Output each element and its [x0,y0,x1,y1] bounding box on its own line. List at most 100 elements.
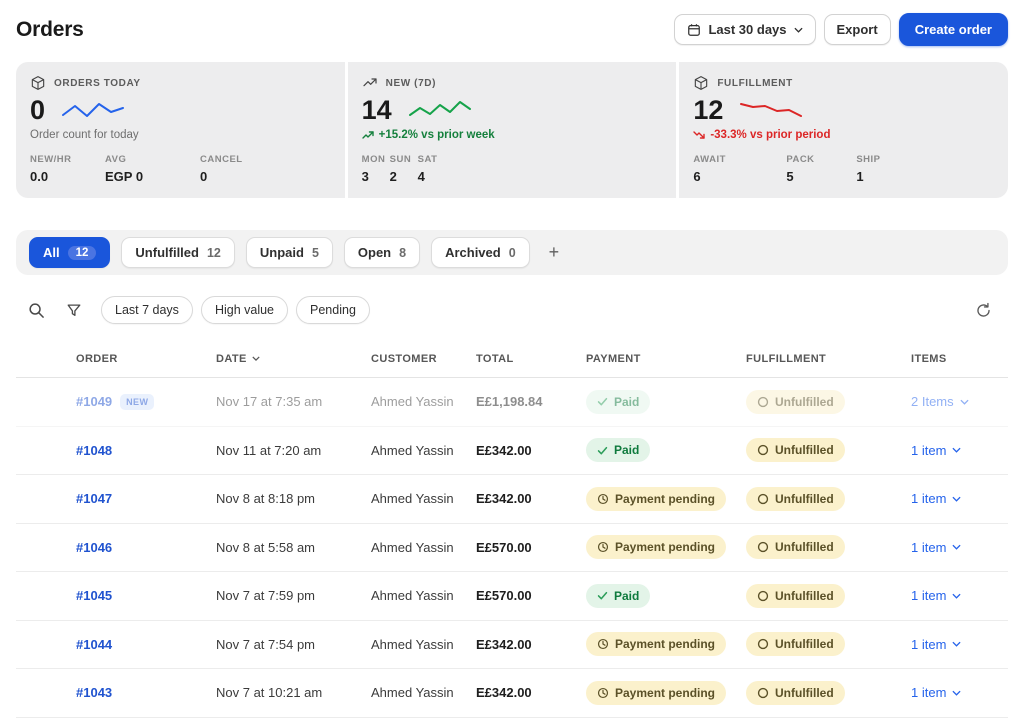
column-order[interactable]: ORDER [76,353,216,365]
order-date: Nov 11 at 7:20 am [216,443,371,458]
table-row[interactable]: #1044 Nov 7 at 7:54 pm Ahmed Yassin E£34… [16,621,1008,670]
order-total: E£342.00 [476,685,586,700]
stats-cards: ORDERS TODAY 0 Order count for today NEW… [16,62,1008,198]
clock-icon [597,493,609,505]
items-dropdown[interactable]: 2 Items [911,394,969,409]
tab-label: Unpaid [260,245,304,260]
column-total[interactable]: TOTAL [476,353,586,365]
tab-count-badge: 0 [509,246,516,260]
tab-count-badge: 12 [68,246,97,260]
tab-label: Unfulfilled [135,245,199,260]
tab-open[interactable]: Open 8 [344,237,420,268]
stat-card-new-7d: NEW (7D) 14 +15.2% vs prior week MON 3 [348,62,677,198]
stat-metric: AWAIT 6 [693,154,786,184]
order-total: E£570.00 [476,540,586,555]
orders-table: ORDER DATE CUSTOMER TOTAL PAYMENT FULFIL… [16,340,1008,718]
search-button[interactable] [26,300,47,321]
order-link[interactable]: #1045 [76,588,112,603]
customer-name: Ahmed Yassin [371,394,476,409]
date-range-button[interactable]: Last 30 days [674,14,815,45]
open-circle-icon [757,396,769,408]
sparkline-blue [61,97,125,123]
items-dropdown[interactable]: 1 item [911,491,961,506]
tab-unfulfilled[interactable]: Unfulfilled 12 [121,237,234,268]
column-fulfillment[interactable]: FULFILLMENT [746,353,911,365]
filter-bar: Last 7 days High value Pending [16,288,1008,336]
chevron-down-icon [952,593,961,599]
date-range-label: Last 30 days [708,22,786,37]
open-circle-icon [757,687,769,699]
new-badge: NEW [120,394,154,410]
tab-all[interactable]: All 12 [29,237,110,268]
table-row[interactable]: #1047 Nov 8 at 8:18 pm Ahmed Yassin E£34… [16,475,1008,524]
order-link[interactable]: #1046 [76,540,112,555]
create-order-button[interactable]: Create order [899,13,1008,46]
order-date: Nov 7 at 10:21 am [216,685,371,700]
search-icon [28,302,45,319]
stat-metric: AVG EGP 0 [105,154,200,184]
order-link[interactable]: #1049 [76,394,112,409]
column-customer[interactable]: CUSTOMER [371,353,476,365]
export-button[interactable]: Export [824,14,891,45]
table-row[interactable]: #1043 Nov 7 at 10:21 am Ahmed Yassin E£3… [16,669,1008,718]
items-dropdown[interactable]: 1 item [911,685,961,700]
order-link[interactable]: #1048 [76,443,112,458]
stat-subtitle: Order count for today [30,129,331,141]
clock-icon [597,638,609,650]
mini-trend-up-icon [362,130,374,140]
table-row[interactable]: #1046 Nov 8 at 5:58 am Ahmed Yassin E£57… [16,524,1008,573]
filter-chip-high-value[interactable]: High value [201,296,288,324]
order-date: Nov 7 at 7:59 pm [216,588,371,603]
page-title: Orders [16,18,84,42]
tab-count-badge: 8 [399,246,406,260]
order-link[interactable]: #1044 [76,637,112,652]
order-date: Nov 7 at 7:54 pm [216,637,371,652]
order-date: Nov 8 at 8:18 pm [216,491,371,506]
payment-status-badge: Payment pending [586,487,726,511]
stat-metric: MON 3 [362,154,390,184]
items-dropdown[interactable]: 1 item [911,443,961,458]
customer-name: Ahmed Yassin [371,685,476,700]
sparkline-red [739,97,803,123]
clock-icon [597,687,609,699]
column-date[interactable]: DATE [216,353,371,365]
customer-name: Ahmed Yassin [371,491,476,506]
stat-value: 12 [693,97,723,124]
filter-button[interactable] [64,300,84,320]
order-link[interactable]: #1043 [76,685,112,700]
tab-unpaid[interactable]: Unpaid 5 [246,237,333,268]
funnel-icon [66,302,82,318]
payment-status-badge: Paid [586,390,650,414]
stat-value: 14 [362,97,392,124]
filter-chip-last-7-days[interactable]: Last 7 days [101,296,193,324]
tab-count-badge: 5 [312,246,319,260]
column-payment[interactable]: PAYMENT [586,353,746,365]
items-dropdown[interactable]: 1 item [911,540,961,555]
topbar: Orders Last 30 days Export Create order [16,0,1008,56]
tab-count-badge: 12 [207,246,221,260]
mini-trend-down-icon [693,130,705,140]
stat-metric: CANCEL 0 [200,154,243,184]
stat-label: NEW (7D) [386,78,436,89]
order-total: E£342.00 [476,637,586,652]
chevron-down-icon [952,641,961,647]
column-items[interactable]: ITEMS [911,353,1008,365]
items-dropdown[interactable]: 1 item [911,588,961,603]
table-row[interactable]: #1045 Nov 7 at 7:59 pm Ahmed Yassin E£57… [16,572,1008,621]
trend-up-icon [362,75,378,91]
add-view-button[interactable]: + [541,240,568,265]
stat-label: ORDERS TODAY [54,78,141,89]
stat-subtitle: +15.2% vs prior week [379,129,495,141]
order-link[interactable]: #1047 [76,491,112,506]
table-row[interactable]: #1049 NEW Nov 17 at 7:35 am Ahmed Yassin… [16,378,1008,427]
items-dropdown[interactable]: 1 item [911,637,961,652]
chevron-down-icon [960,399,969,405]
payment-status-badge: Paid [586,438,650,462]
tab-archived[interactable]: Archived 0 [431,237,530,268]
chevron-down-icon [952,544,961,550]
tab-label: All [43,245,60,260]
refresh-button[interactable] [973,300,994,321]
chevron-down-icon [952,447,961,453]
filter-chip-pending[interactable]: Pending [296,296,370,324]
table-row[interactable]: #1048 Nov 11 at 7:20 am Ahmed Yassin E£3… [16,427,1008,476]
